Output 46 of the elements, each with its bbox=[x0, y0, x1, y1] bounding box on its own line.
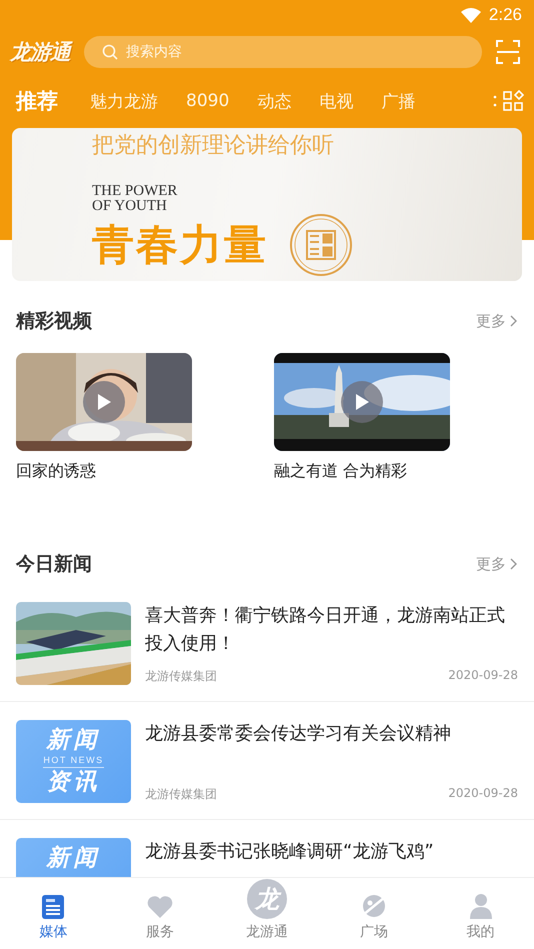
category-tab[interactable]: 8090 bbox=[186, 91, 230, 111]
heart-icon bbox=[146, 895, 174, 919]
news-date: 2020-09-28 bbox=[448, 786, 518, 802]
category-tab[interactable]: 推荐 bbox=[16, 87, 58, 115]
planet-icon bbox=[360, 893, 387, 919]
news-date: 2020-09-28 bbox=[448, 668, 518, 684]
banner-title: 青春力量 bbox=[92, 219, 268, 271]
thumbnail-title: 新闻 bbox=[46, 844, 100, 872]
news-title[interactable]: 龙游县委常委会传达学习有关会议精神 bbox=[145, 720, 518, 748]
nav-tab[interactable]: 媒体 bbox=[0, 878, 107, 949]
banner-headline: 把党的创新理论讲给你听 bbox=[92, 132, 335, 160]
wifi-icon bbox=[460, 8, 481, 22]
news-source: 龙游传媒集团 bbox=[145, 668, 217, 685]
more-link[interactable]: 更多 bbox=[476, 312, 518, 330]
nav-tab[interactable]: 服务 bbox=[106, 878, 214, 949]
thumbnail-title: 新闻 bbox=[46, 726, 100, 754]
chevron-right-icon bbox=[508, 315, 518, 327]
chevron-right-icon bbox=[508, 558, 518, 570]
person-icon bbox=[468, 893, 493, 919]
category-tab[interactable]: 动态 bbox=[257, 90, 292, 112]
category-tab[interactable]: 电视 bbox=[319, 90, 354, 112]
banner-subtitle: OF YOUTH bbox=[92, 199, 168, 214]
banner-subtitle: THE POWER bbox=[92, 184, 178, 199]
news-icon bbox=[42, 895, 64, 919]
video-title[interactable]: 回家的诱惑 bbox=[16, 461, 192, 482]
category-tab[interactable]: 广播 bbox=[381, 90, 416, 112]
video-title[interactable]: 融之有道 合为精彩 bbox=[274, 461, 450, 482]
section-title: 精彩视频 bbox=[16, 309, 92, 334]
section-title: 今日新闻 bbox=[16, 552, 92, 577]
seal-icon bbox=[290, 214, 352, 276]
thumbnail-title: 资讯 bbox=[46, 768, 100, 796]
nav-tab[interactable]: 龙 龙游通 bbox=[214, 878, 320, 949]
search-icon bbox=[102, 44, 118, 60]
play-icon bbox=[354, 393, 370, 411]
play-icon bbox=[96, 393, 112, 411]
news-title[interactable]: 龙游县委书记张晓峰调研“龙游飞鸡” bbox=[145, 838, 518, 866]
category-tab[interactable]: 魅力龙游 bbox=[90, 90, 158, 112]
nav-tab[interactable]: 我的 bbox=[427, 878, 534, 949]
thumbnail-caption: HOT NEWS bbox=[43, 754, 104, 768]
news-source: 龙游传媒集团 bbox=[145, 786, 217, 803]
more-link[interactable]: 更多 bbox=[476, 554, 518, 574]
app-logo: 龙游通 bbox=[10, 38, 70, 66]
news-title[interactable]: 喜大普奔！衢宁铁路今日开通，龙游南站正式投入使用！ bbox=[145, 602, 518, 658]
banner-card[interactable]: 把党的创新理论讲给你听 THE POWER OF YOUTH 青春力量 bbox=[12, 128, 522, 281]
status-time: 2:26 bbox=[488, 5, 522, 25]
nav-tab[interactable]: 广场 bbox=[320, 878, 428, 949]
